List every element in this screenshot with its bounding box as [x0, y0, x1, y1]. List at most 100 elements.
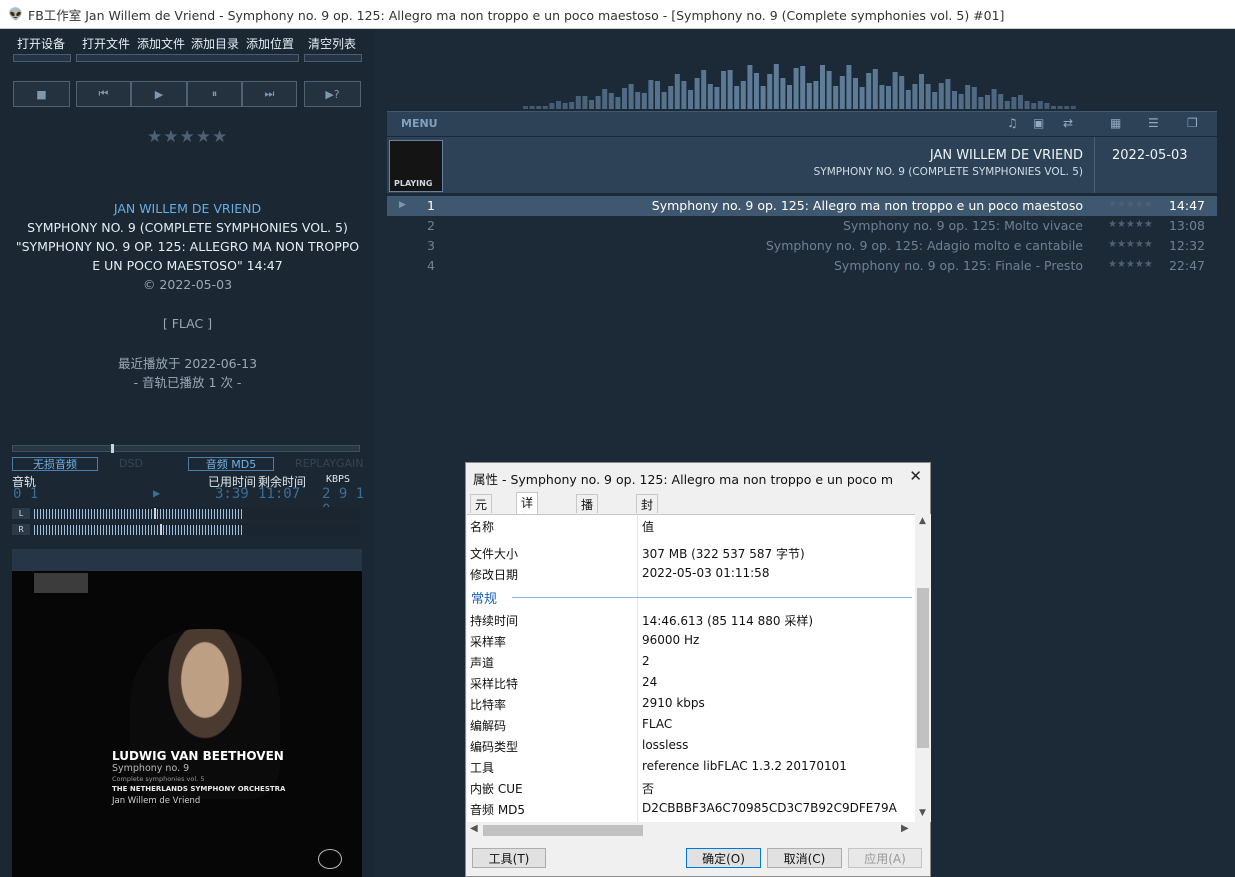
level-meter-right: R [12, 523, 360, 536]
horizontal-scroll-thumb[interactable] [483, 825, 643, 836]
add-folder-button[interactable]: 添加目录 [191, 35, 239, 52]
prop-value: 2022-05-03 01:11:58 [642, 566, 770, 580]
play-button[interactable]: ▶ [131, 81, 187, 107]
spectrum-bar [688, 90, 693, 109]
apply-button[interactable]: 应用(A) [848, 848, 922, 868]
spectrum-bar [991, 89, 997, 109]
open-file-button[interactable]: 打开文件 [82, 35, 130, 52]
spectrum-bar [879, 85, 885, 109]
track-rating[interactable]: ★★★★★ [1108, 239, 1153, 250]
list-item[interactable]: 编码类型 lossless [467, 735, 915, 756]
list-item[interactable]: 持续时间 14:46.613 (85 114 880 采样) [467, 609, 915, 630]
list-item[interactable]: 工具 reference libFLAC 1.3.2 20170101 [467, 756, 915, 777]
now-playing-date: © 2022-05-03 [142, 277, 233, 292]
scroll-down-icon[interactable]: ▼ [919, 808, 926, 818]
grid-view-icon[interactable]: ▦ [1110, 116, 1121, 130]
level-meter-left: L [12, 507, 360, 520]
now-playing-icon: ▶ [399, 200, 406, 210]
list-item[interactable]: 修改日期 2022-05-03 01:11:58 [467, 563, 915, 584]
pause-button[interactable]: ⏸ [187, 81, 242, 107]
random-button[interactable]: ▶? [304, 81, 361, 107]
now-playing-album: SYMPHONY NO. 9 (COMPLETE SYMPHONIES VOL.… [27, 220, 348, 235]
stop-button[interactable]: ■ [13, 81, 70, 107]
spectrum-bar [806, 83, 812, 109]
prop-value: 96000 Hz [642, 633, 700, 647]
details-list[interactable]: 名称 值 文件大小 307 MB (322 537 587 字节) 修改日期 2… [467, 514, 915, 823]
vertical-scroll-thumb[interactable] [917, 588, 929, 748]
list-item[interactable]: 文件大小 307 MB (322 537 587 字节) [467, 542, 915, 563]
group-general: 常规 [471, 592, 498, 607]
rating-stars[interactable]: ★★★★★ [147, 127, 228, 147]
seek-bar[interactable] [12, 444, 360, 453]
prop-value: 2 [642, 654, 650, 668]
playlist-menu-bar: MENU ♫ ▣ ⇄ ▦ ☰ ❐ [387, 111, 1217, 136]
list-item[interactable]: 采样率 96000 Hz [467, 630, 915, 651]
open-device-button[interactable]: 打开设备 [17, 35, 65, 52]
pause-icon: ⏸ [211, 87, 218, 100]
shuffle-icon[interactable]: ⇄ [1063, 116, 1073, 130]
ok-button[interactable]: 确定(O) [686, 848, 761, 868]
album-group-header[interactable]: PLAYING JAN WILLEM DE VRIEND SYMPHONY NO… [387, 137, 1217, 193]
spectrum-bar [740, 81, 746, 109]
prev-button[interactable]: ⏮ [76, 81, 131, 107]
name-column-header[interactable]: 名称 [470, 518, 494, 535]
track-rating[interactable]: ★★★★★ [1108, 259, 1153, 270]
track-rating[interactable]: ★★★★★ [1108, 199, 1153, 210]
scroll-right-icon[interactable]: ▶ [901, 823, 909, 834]
scroll-left-icon[interactable]: ◀ [470, 823, 478, 834]
menu-button[interactable]: MENU [401, 117, 438, 130]
spectrum-bar [952, 91, 957, 109]
play-count: - 音轨已播放 1 次 - [133, 375, 242, 390]
list-item[interactable]: 比特率 2910 kbps [467, 693, 915, 714]
spectrum-bar [919, 74, 924, 109]
list-item[interactable]: 采样比特 24 [467, 672, 915, 693]
channel-left-label: L [12, 508, 30, 519]
playing-caption: PLAYING [394, 179, 433, 188]
close-icon[interactable]: ✕ [909, 467, 922, 485]
music-note-icon[interactable]: ♫ [1007, 116, 1018, 130]
track-rating[interactable]: ★★★★★ [1108, 219, 1153, 230]
next-button[interactable]: ⏭ [242, 81, 297, 107]
list-view-icon[interactable]: ☰ [1148, 116, 1159, 130]
window-icon[interactable]: ❐ [1187, 116, 1198, 130]
tools-button[interactable]: 工具(T) [472, 848, 546, 868]
spectrum-bar [648, 80, 654, 109]
scroll-up-icon[interactable]: ▲ [919, 516, 926, 526]
prop-name: 采样率 [470, 635, 507, 649]
spectrum-bar [833, 86, 839, 109]
playlist-row-4[interactable]: 4 Symphony no. 9 op. 125: Finale - Prest… [387, 256, 1217, 276]
album-cover[interactable]: LUDWIG VAN BEETHOVEN Symphony no. 9 Comp… [12, 571, 362, 877]
playlist-row-1[interactable]: ▶ 1 Symphony no. 9 op. 125: Allegro ma n… [387, 196, 1217, 216]
add-file-button[interactable]: 添加文件 [137, 35, 185, 52]
spectrum-bar [998, 94, 1004, 109]
spectrum-bar [899, 76, 905, 109]
tab-metadata[interactable]: 元数据 [470, 494, 493, 546]
vertical-scrollbar[interactable]: ▲ ▼ [915, 514, 931, 822]
add-location-button[interactable]: 添加位置 [246, 35, 294, 52]
track-title: Symphony no. 9 op. 125: Finale - Presto [834, 258, 1083, 273]
cancel-button[interactable]: 取消(C) [767, 848, 842, 868]
clear-list-button[interactable]: 清空列表 [308, 35, 356, 52]
playlist-row-2[interactable]: 2 Symphony no. 9 op. 125: Molto vivace ★… [387, 216, 1217, 236]
spectrum-bar [853, 78, 858, 109]
list-item[interactable]: 声道 2 [467, 651, 915, 672]
spectrum-bar [734, 86, 740, 109]
playlist-row-3[interactable]: 3 Symphony no. 9 op. 125: Adagio molto e… [387, 236, 1217, 256]
list-item[interactable]: 编解码 FLAC [467, 714, 915, 735]
tab-cover[interactable]: 封面 [636, 494, 659, 529]
tab-replaygain[interactable]: 播放增益 [576, 494, 599, 563]
now-playing-artist: JAN WILLEM DE VRIEND [113, 201, 262, 216]
list-item[interactable]: 内嵌 CUE 否 [467, 777, 915, 798]
horizontal-scrollbar[interactable]: ◀ ▶ [467, 822, 915, 838]
spectrum-bar [1044, 103, 1050, 109]
play-box-icon[interactable]: ▣ [1033, 116, 1044, 130]
prop-name: 内嵌 CUE [470, 782, 523, 796]
list-item[interactable]: 音频 MD5 D2CBBBF3A6C70985CD3C7B92C9DFE79A [467, 798, 915, 819]
random-icon: ▶? [325, 87, 340, 101]
track-title: Symphony no. 9 op. 125: Molto vivace [842, 218, 1083, 233]
seek-knob[interactable] [111, 444, 114, 453]
tab-details[interactable]: 详细信息 [516, 492, 539, 561]
spectrum-bar [562, 103, 568, 109]
track-number-display: 0 1 [13, 486, 39, 502]
value-column-header[interactable]: 值 [642, 518, 654, 535]
